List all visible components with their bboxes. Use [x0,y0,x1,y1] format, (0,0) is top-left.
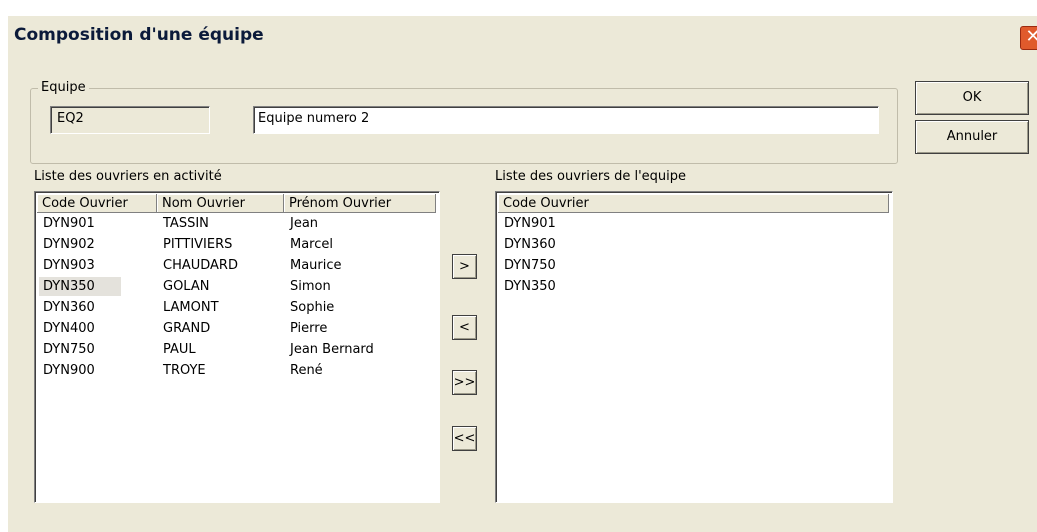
list-item[interactable]: DYN350 [504,277,556,298]
cell-nom: LAMONT [163,300,219,315]
cancel-button[interactable]: Annuler [915,120,1029,154]
column-header-team-code[interactable]: Code Ouvrier [498,194,889,213]
workers-listbox[interactable]: Code Ouvrier Nom Ouvrier Prénom Ouvrier … [34,191,440,503]
cell-code: DYN400 [43,321,95,336]
table-row[interactable]: DYN900 TROYE René [37,361,435,382]
remove-button[interactable]: < [452,315,477,340]
table-row[interactable]: DYN400 GRAND Pierre [37,319,435,340]
team-listbox[interactable]: Code Ouvrier DYN901 DYN360 DYN750 DYN350 [495,191,893,503]
equipe-name-value: Equipe numero 2 [258,111,370,126]
list-item[interactable]: DYN750 [504,256,556,277]
cell-prenom: Simon [290,279,331,294]
cell-nom: GOLAN [163,279,210,294]
table-row[interactable]: DYN901 TASSIN Jean [37,214,435,235]
cell-code: DYN900 [43,363,95,378]
cell-code: DYN750 [43,342,95,357]
cell-prenom: Sophie [290,300,335,315]
cell-nom: PITTIVIERS [163,237,233,252]
list-item[interactable]: DYN360 [504,235,556,256]
cell-nom: TASSIN [163,216,209,231]
close-button[interactable]: ✕ [1020,26,1037,50]
cell-nom: GRAND [163,321,211,336]
column-header-nom[interactable]: Nom Ouvrier [157,194,284,213]
cell-prenom: Jean [290,216,319,231]
cell-prenom: Pierre [290,321,328,336]
dialog-window: Composition d'une équipe ✕ Equipe EQ2 Eq… [8,16,1037,532]
cell-prenom: Jean Bernard [290,342,374,357]
cell-prenom: Marcel [290,237,333,252]
equipe-name-field[interactable]: Equipe numero 2 [253,106,879,134]
column-header-code[interactable]: Code Ouvrier [37,194,157,213]
cell-prenom: René [290,363,323,378]
table-row[interactable]: DYN360 LAMONT Sophie [37,298,435,319]
cell-code: DYN903 [43,258,95,273]
cell-code: DYN902 [43,237,95,252]
cell-nom: TROYE [163,363,206,378]
team-list-label: Liste des ouvriers de l'equipe [495,169,687,184]
cell-code: DYN350 [39,277,121,296]
list-item[interactable]: DYN901 [504,214,556,235]
workers-list-label: Liste des ouvriers en activité [34,169,222,184]
table-row[interactable]: DYN902 PITTIVIERS Marcel [37,235,435,256]
cell-nom: CHAUDARD [163,258,238,273]
ok-button[interactable]: OK [915,81,1029,115]
table-row[interactable]: DYN350 GOLAN Simon [37,277,435,298]
window-title: Composition d'une équipe [14,25,264,45]
equipe-code-field[interactable]: EQ2 [50,106,210,134]
cell-code: DYN360 [43,300,95,315]
cell-nom: PAUL [163,342,196,357]
column-header-prenom[interactable]: Prénom Ouvrier [284,194,436,213]
remove-all-button[interactable]: << [452,426,477,451]
equipe-code-value: EQ2 [57,111,84,126]
title-bar[interactable]: Composition d'une équipe ✕ [8,16,1037,60]
equipe-group-label: Equipe [38,80,89,95]
add-button[interactable]: > [452,254,477,279]
cell-code: DYN901 [43,216,95,231]
table-row[interactable]: DYN903 CHAUDARD Maurice [37,256,435,277]
table-row[interactable]: DYN750 PAUL Jean Bernard [37,340,435,361]
close-icon: ✕ [1025,26,1037,47]
add-all-button[interactable]: >> [452,370,477,395]
cell-prenom: Maurice [290,258,342,273]
